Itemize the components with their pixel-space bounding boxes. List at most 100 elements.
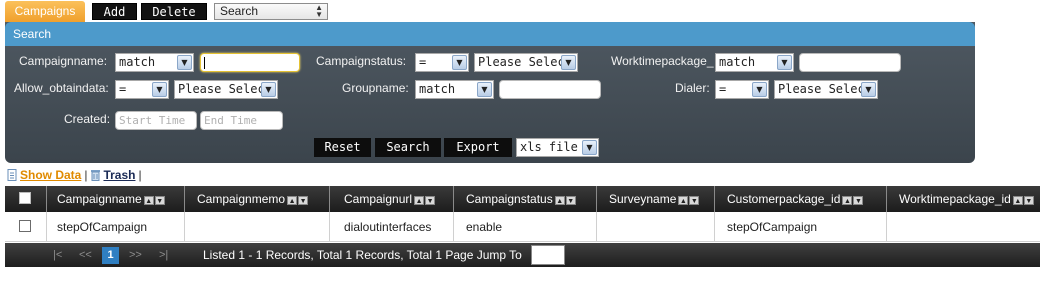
- sort-desc-icon[interactable]: ▼: [689, 196, 700, 205]
- cell-customerpackage-id: stepOfCampaign: [715, 212, 887, 242]
- cell-surveyname: [597, 212, 715, 242]
- link-separator: |: [84, 168, 88, 182]
- sort-desc-icon[interactable]: ▼: [154, 196, 165, 205]
- show-data-link[interactable]: Show Data: [20, 168, 81, 182]
- sort-asc-icon[interactable]: ▲: [842, 196, 853, 205]
- sort-asc-icon[interactable]: ▲: [143, 196, 154, 205]
- sort-desc-icon[interactable]: ▼: [565, 196, 576, 205]
- column-header-campaignurl[interactable]: Campaignurl ▲ ▼: [330, 186, 454, 212]
- sort-desc-icon[interactable]: ▼: [298, 196, 309, 205]
- current-page[interactable]: 1: [102, 247, 119, 264]
- add-button[interactable]: Add: [92, 3, 137, 20]
- allow-obtaindata-operator-select[interactable]: = ▼: [115, 80, 169, 99]
- grid-header: Campaignname ▲ ▼ Campaignmemo ▲ ▼ Campaignur…: [5, 186, 1040, 212]
- groupname-operator-value: match: [419, 82, 456, 96]
- view-select[interactable]: Search ▲ ▼: [214, 3, 328, 20]
- campaignstatus-operator-select[interactable]: = ▼: [415, 53, 469, 72]
- sort-desc-icon[interactable]: ▼: [425, 196, 436, 205]
- chevron-down-icon: ▼: [477, 82, 492, 97]
- sort-asc-icon[interactable]: ▲: [414, 196, 425, 205]
- row-select-cell: [5, 212, 47, 242]
- dialer-value-select[interactable]: Please Select ▼: [774, 80, 878, 99]
- trash-link[interactable]: Trash: [103, 168, 135, 182]
- dialer-operator-select[interactable]: = ▼: [715, 80, 769, 99]
- sort-asc-icon[interactable]: ▲: [1012, 196, 1023, 205]
- sort-desc-icon[interactable]: ▼: [853, 196, 864, 205]
- worktimepackage-operator-value: match: [719, 55, 756, 69]
- campaignstatus-value: Please Select: [478, 55, 572, 69]
- campaignname-operator-value: match: [119, 55, 156, 69]
- column-header-label: Campaignurl: [344, 192, 413, 206]
- chevron-down-icon: ▼: [752, 82, 767, 97]
- column-header-campaignstatus[interactable]: Campaignstatus ▲ ▼: [454, 186, 597, 212]
- chevron-down-icon: ▼: [777, 55, 792, 70]
- column-header-campaignname[interactable]: Campaignname ▲ ▼: [47, 186, 185, 212]
- sort-asc-icon[interactable]: ▲: [554, 196, 565, 205]
- groupname-operator-select[interactable]: match ▼: [415, 80, 494, 99]
- column-header-customerpackage-id[interactable]: Customerpackage_id ▲ ▼: [715, 186, 887, 212]
- worktimepackage-input[interactable]: [799, 53, 901, 72]
- search-panel: Search Campaignname: match ▼ Campaignsta…: [5, 22, 975, 163]
- sort-asc-icon[interactable]: ▲: [678, 196, 689, 205]
- row-checkbox[interactable]: [19, 220, 31, 232]
- allow-obtaindata-label: Allow_obtaindata:: [14, 81, 109, 95]
- search-panel-header: Search: [5, 22, 975, 46]
- prev-page-button[interactable]: <<: [79, 248, 92, 262]
- grid-links: Show Data | Trash |: [7, 168, 145, 182]
- sort-asc-icon[interactable]: ▲: [287, 196, 298, 205]
- column-header-label: Surveyname: [609, 192, 677, 206]
- campaignstatus-value-select[interactable]: Please Select ▼: [474, 53, 578, 72]
- start-time-input[interactable]: Start Time: [115, 111, 197, 130]
- export-button[interactable]: Export: [444, 138, 512, 157]
- last-page-button[interactable]: >|: [159, 248, 168, 262]
- chevron-down-icon: ▼: [561, 55, 576, 70]
- campaignstatus-label: Campaignstatus:: [316, 54, 407, 68]
- chevron-down-icon: ▼: [177, 55, 192, 70]
- reset-button[interactable]: Reset: [314, 138, 371, 157]
- cell-campaignname: stepOfCampaign: [47, 212, 185, 242]
- allow-obtaindata-value-select[interactable]: Please Select ▼: [174, 80, 278, 99]
- column-header-label: Campaignstatus: [466, 192, 553, 206]
- campaignstatus-operator-value: =: [419, 55, 427, 69]
- column-header-label: Campaignname: [57, 192, 142, 206]
- pager-info: Listed 1 - 1 Records, Total 1 Records, T…: [203, 248, 522, 262]
- select-all-checkbox[interactable]: [19, 192, 31, 204]
- dialer-label: Dialer:: [675, 81, 710, 95]
- column-header-surveyname[interactable]: Surveyname ▲ ▼: [597, 186, 715, 212]
- dialer-operator-value: =: [719, 82, 727, 96]
- chevron-down-icon: ▼: [452, 55, 467, 70]
- sort-desc-icon[interactable]: ▼: [1023, 196, 1034, 205]
- delete-button[interactable]: Delete: [141, 3, 207, 20]
- chevron-down-icon: ▼: [582, 140, 597, 155]
- worktimepackage-label: Worktimepackage_: [611, 54, 714, 68]
- chevron-down-icon: ▼: [861, 82, 876, 97]
- cell-worktimepackage-id: [887, 212, 1040, 242]
- created-label: Created:: [64, 112, 111, 126]
- jump-to-page-input[interactable]: [531, 245, 565, 265]
- column-header-label: Worktimepackage_id: [899, 192, 1011, 206]
- link-separator: |: [138, 168, 142, 182]
- export-format-select[interactable]: xls file ▼: [516, 138, 599, 157]
- campaignname-label: Campaignname:: [19, 54, 108, 68]
- column-header-worktimepackage-id[interactable]: Worktimepackage_id ▲ ▼: [887, 186, 1040, 212]
- worktimepackage-operator-select[interactable]: match ▼: [715, 53, 794, 72]
- campaignname-operator-select[interactable]: match ▼: [115, 53, 194, 72]
- view-select-value: Search: [220, 4, 259, 18]
- tab-campaigns[interactable]: Campaigns: [5, 1, 85, 22]
- select-all-cell: [5, 186, 47, 212]
- chevron-down-icon: ▼: [261, 82, 276, 97]
- cell-campaignurl: dialoutinterfaces: [330, 212, 454, 242]
- campaignname-input[interactable]: [200, 53, 300, 72]
- allow-obtaindata-value: Please Select: [178, 82, 272, 96]
- end-time-input[interactable]: End Time: [200, 111, 283, 130]
- first-page-button[interactable]: |<: [53, 248, 62, 262]
- groupname-label: Groupname:: [342, 81, 409, 95]
- next-page-button[interactable]: >>: [129, 248, 142, 262]
- search-button[interactable]: Search: [375, 138, 441, 157]
- text-caret: [204, 57, 205, 69]
- trash-icon: [91, 170, 101, 181]
- document-icon: [7, 169, 17, 181]
- chevron-down-icon: ▼: [152, 82, 167, 97]
- groupname-input[interactable]: [499, 80, 601, 99]
- column-header-campaignmemo[interactable]: Campaignmemo ▲ ▼: [185, 186, 330, 212]
